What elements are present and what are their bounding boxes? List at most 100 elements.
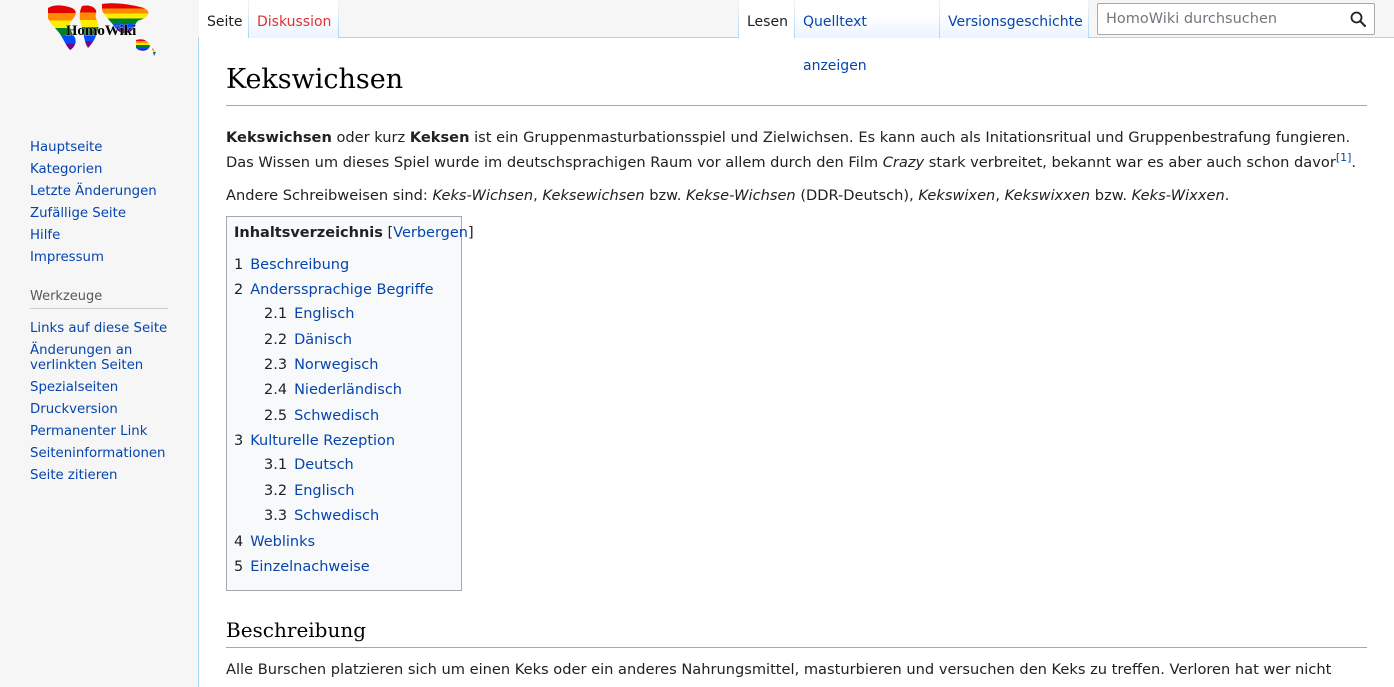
toc-link[interactable]: Weblinks — [250, 534, 315, 550]
toc-link[interactable]: Schwedisch — [294, 408, 379, 424]
toc-number: 3 — [234, 433, 244, 449]
toc-header: Inhaltsverzeichnis [Verbergen] — [234, 225, 474, 241]
toc-link[interactable]: Einzelnachweise — [250, 559, 369, 575]
toc-number: 2 — [234, 282, 244, 298]
tools-item-whatlinkshere[interactable]: Links auf diese Seite — [30, 317, 180, 339]
toc-link[interactable]: Englisch — [294, 306, 354, 322]
title-divider — [226, 105, 1367, 106]
tab-read[interactable]: Lesen — [739, 0, 794, 38]
tab-history[interactable]: Versionsgeschichte — [940, 0, 1088, 38]
toc-item[interactable]: 2 Anderssprachige Begriffe — [234, 280, 434, 300]
text: , — [995, 187, 1005, 204]
toc-link[interactable]: Schwedisch — [294, 508, 379, 524]
toc-link[interactable]: Kulturelle Rezeption — [250, 433, 395, 449]
nav-link[interactable]: Hilfe — [30, 228, 60, 243]
toc-item[interactable]: 1 Beschreibung — [234, 255, 349, 275]
toc-link[interactable]: Dänisch — [294, 332, 352, 348]
alt-spelling: Keks-Wixxen — [1131, 187, 1225, 204]
tools-link[interactable]: Änderungen an verlinkten Seiten — [30, 343, 143, 373]
tab-page[interactable]: Seite — [199, 0, 248, 38]
toc-item[interactable]: 2.5 Schwedisch — [264, 406, 379, 426]
tools-item-print-version[interactable]: Druckversion — [30, 398, 180, 420]
toc-toggle-bracket: ] — [468, 225, 474, 241]
nav-item-kategorien[interactable]: Kategorien — [30, 158, 180, 180]
nav-item-help[interactable]: Hilfe — [30, 224, 180, 246]
content-area: Kekswichsen Kekswichsen oder kurz Keksen… — [198, 37, 1394, 687]
sidebar: Hauptseite Kategorien Letzte Änderungen … — [0, 0, 198, 687]
toc-number: 2.1 — [264, 306, 288, 322]
tools-link[interactable]: Seite zitieren — [30, 468, 117, 483]
toc-number: 3.2 — [264, 483, 288, 499]
toc-item[interactable]: 4 Weblinks — [234, 532, 315, 552]
tools-portal: Werkzeuge Links auf diese Seite Änderung… — [30, 289, 180, 486]
reference-link[interactable]: [1] — [1336, 151, 1352, 164]
nav-item-recent-changes[interactable]: Letzte Änderungen — [30, 180, 180, 202]
tab-discussion[interactable]: Diskussion — [249, 0, 338, 38]
toc-item[interactable]: 3.2 Englisch — [264, 481, 354, 501]
alt-spelling: Kekswixen — [918, 187, 996, 204]
tab-view-source[interactable]: Quelltext anzeigen — [795, 0, 939, 74]
toc-number: 5 — [234, 559, 244, 575]
search-box[interactable] — [1097, 3, 1375, 35]
toc-number: 3.1 — [264, 457, 288, 473]
film-title: Crazy — [882, 154, 925, 171]
toc-link[interactable]: Anderssprachige Begriffe — [250, 282, 433, 298]
nav-item-hauptseite[interactable]: Hauptseite — [30, 136, 180, 158]
tools-item-cite[interactable]: Seite zitieren — [30, 464, 180, 486]
nav-item-random-page[interactable]: Zufällige Seite — [30, 202, 180, 224]
toc-toggle-link[interactable]: Verbergen — [393, 225, 468, 241]
search-input[interactable] — [1104, 8, 1342, 30]
section1-paragraph: Alle Burschen platzieren sich um einen K… — [226, 661, 1332, 678]
alt-spelling: Keksewichsen — [542, 187, 645, 204]
bold-term-kekswichsen: Kekswichsen — [226, 129, 332, 146]
nav-link[interactable]: Impressum — [30, 250, 104, 265]
text: . — [1224, 187, 1230, 204]
alt-spelling: Kekse-Wichsen — [686, 187, 796, 204]
text: (DDR-Deutsch), — [795, 187, 919, 204]
text: Andere Schreibweisen sind: — [226, 187, 433, 204]
toc-link[interactable]: Deutsch — [294, 457, 354, 473]
toc-item[interactable]: 2.4 Niederländisch — [264, 380, 402, 400]
tools-item-permalink[interactable]: Permanenter Link — [30, 420, 180, 442]
toc-number: 3.3 — [264, 508, 288, 524]
tools-item-related-changes[interactable]: Änderungen an verlinkten Seiten — [30, 339, 150, 376]
toc-item[interactable]: 2.2 Dänisch — [264, 330, 352, 350]
tools-link[interactable]: Permanenter Link — [30, 424, 147, 439]
nav-item-impressum[interactable]: Impressum — [30, 246, 180, 268]
nav-link[interactable]: Hauptseite — [30, 140, 102, 155]
toc-number: 1 — [234, 257, 244, 273]
toc-link[interactable]: Beschreibung — [250, 257, 349, 273]
tab-label: Diskussion — [257, 14, 332, 30]
toc-title: Inhaltsverzeichnis — [234, 225, 383, 241]
toc-link[interactable]: Niederländisch — [294, 382, 402, 398]
intro-paragraph: Kekswichsen oder kurz Keksen ist ein Gru… — [226, 125, 1376, 175]
tools-link[interactable]: Spezialseiten — [30, 380, 118, 395]
nav-link[interactable]: Letzte Änderungen — [30, 184, 157, 199]
search-icon[interactable] — [1350, 11, 1366, 27]
toc-number: 2.2 — [264, 332, 288, 348]
nav-link[interactable]: Kategorien — [30, 162, 102, 177]
toc-number: 2.3 — [264, 357, 288, 373]
toc-item[interactable]: 3 Kulturelle Rezeption — [234, 431, 395, 451]
nav-portal: Hauptseite Kategorien Letzte Änderungen … — [30, 136, 180, 268]
toc-number: 2.5 — [264, 408, 288, 424]
tab-separator — [1088, 0, 1089, 38]
tools-link[interactable]: Seiteninformationen — [30, 446, 166, 461]
nav-link[interactable]: Zufällige Seite — [30, 206, 126, 221]
tools-item-page-info[interactable]: Seiteninformationen — [30, 442, 180, 464]
toc-link[interactable]: Norwegisch — [294, 357, 378, 373]
tab-label: Versionsgeschichte — [948, 14, 1083, 30]
tab-label: Lesen — [747, 14, 788, 30]
toc-item[interactable]: 2.1 Englisch — [264, 304, 354, 324]
toc-link[interactable]: Englisch — [294, 483, 354, 499]
toc-item[interactable]: 2.3 Norwegisch — [264, 355, 378, 375]
alt-spelling: Kekswixxen — [1004, 187, 1091, 204]
tools-link[interactable]: Links auf diese Seite — [30, 321, 167, 336]
tools-item-special-pages[interactable]: Spezialseiten — [30, 376, 180, 398]
tools-link[interactable]: Druckversion — [30, 402, 118, 417]
text: bzw. — [1090, 187, 1132, 204]
toc-item[interactable]: 3.3 Schwedisch — [264, 506, 379, 526]
toc-item[interactable]: 3.1 Deutsch — [264, 455, 354, 475]
toc-item[interactable]: 5 Einzelnachweise — [234, 557, 370, 577]
text: stark verbreitet, bekannt war es aber au… — [924, 154, 1336, 171]
